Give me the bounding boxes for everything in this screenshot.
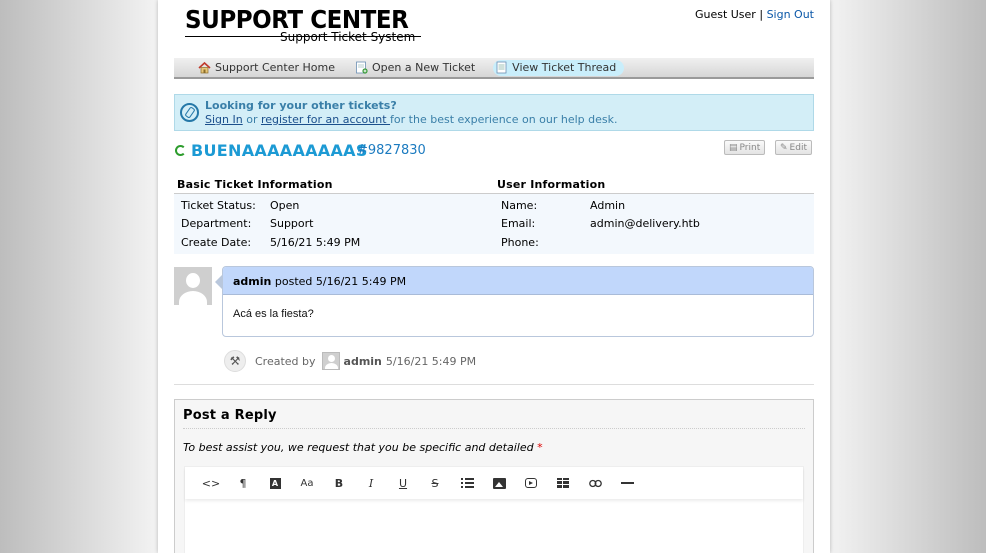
basic-ticket-info: Basic Ticket Information Ticket Status: … xyxy=(174,178,494,254)
notice-rest-text: for the best experience on our help desk… xyxy=(390,113,618,126)
main-nav: Support Center Home Open a New Ticket Vi… xyxy=(174,58,814,79)
user-nav-separator: | xyxy=(759,8,764,21)
event-avatar xyxy=(321,352,340,370)
underline-icon[interactable]: U xyxy=(387,473,419,493)
print-button-label: Print xyxy=(739,142,761,153)
edit-icon: ✎ xyxy=(780,142,788,153)
thread-event: ⚒ Created by admin 5/16/21 5:49 PM xyxy=(224,349,476,373)
info-row-status: Ticket Status: Open xyxy=(174,196,494,215)
info-value: admin@delivery.htb xyxy=(590,217,700,231)
strikethrough-icon[interactable]: S xyxy=(419,473,451,493)
table-glyph xyxy=(557,478,569,488)
ticket-title-bar: BUENAAAAAAAAAS #9827830 xyxy=(174,141,814,161)
thread-entry: admin posted 5/16/21 5:49 PM Acá es la f… xyxy=(222,266,814,337)
italic-icon[interactable]: I xyxy=(355,473,387,493)
thread-entry-header: admin posted 5/16/21 5:49 PM xyxy=(223,267,813,295)
font-color-glyph: A xyxy=(269,477,281,489)
reply-instructions-text: To best assist you, we request that you … xyxy=(183,441,534,454)
event-created-by: Created by xyxy=(255,354,316,368)
new-ticket-icon xyxy=(355,61,368,74)
print-icon: ▤ xyxy=(729,142,738,153)
info-value: 5/16/21 5:49 PM xyxy=(270,235,361,249)
list-icon[interactable] xyxy=(451,473,483,493)
entry-author: admin xyxy=(233,275,272,288)
info-row-create-date: Create Date: 5/16/21 5:49 PM xyxy=(174,233,494,252)
nav-item-new-ticket-label: Open a New Ticket xyxy=(372,61,476,74)
post-reply-panel: Post a Reply To best assist you, we requ… xyxy=(174,399,814,553)
logo[interactable]: SUPPORT CENTER Support Ticket System xyxy=(185,6,428,44)
info-value: Support xyxy=(270,217,314,231)
guest-user-label: Guest User xyxy=(694,8,756,21)
info-row-department: Department: Support xyxy=(174,215,494,234)
paragraph-icon[interactable]: ¶ xyxy=(227,473,259,493)
info-label: Name: xyxy=(501,198,538,212)
ticket-number: #9827830 xyxy=(357,143,426,158)
font-size-icon[interactable]: Aa xyxy=(291,473,323,493)
info-label: Create Date: xyxy=(181,235,252,249)
sign-in-link[interactable]: Sign In xyxy=(205,113,243,126)
info-label: Ticket Status: xyxy=(181,198,256,212)
table-icon[interactable] xyxy=(547,473,579,493)
reply-instructions: To best assist you, we request that you … xyxy=(183,441,543,454)
nav-item-view-ticket-thread[interactable]: View Ticket Thread xyxy=(493,59,625,76)
avatar xyxy=(174,267,212,305)
info-row-name: Name: Admin xyxy=(494,196,814,215)
bold-icon[interactable]: B xyxy=(323,473,355,493)
image-glyph xyxy=(492,477,506,489)
font-color-icon[interactable]: A xyxy=(259,473,291,493)
info-label: Department: xyxy=(181,217,252,231)
edit-button-label: Edit xyxy=(789,142,807,153)
notice-or-text: or xyxy=(242,113,261,126)
user-nav: Guest User | Sign Out xyxy=(695,8,814,21)
hr-glyph xyxy=(620,482,634,484)
info-value: Admin xyxy=(590,198,626,212)
logo-sub-text: Support Ticket System xyxy=(280,30,416,44)
nav-item-new-ticket[interactable]: Open a New Ticket xyxy=(353,60,483,76)
thread-divider xyxy=(174,384,814,385)
list-glyph xyxy=(460,478,474,488)
post-reply-title: Post a Reply xyxy=(183,408,805,429)
event-author: admin xyxy=(343,354,382,368)
ticket-subject[interactable]: BUENAAAAAAAAAS xyxy=(191,141,368,160)
link-icon[interactable] xyxy=(579,473,611,493)
edit-button[interactable]: ✎ Edit xyxy=(775,140,812,155)
info-label: Email: xyxy=(501,217,536,231)
editor-toolbar: <> ¶ A Aa B I U S xyxy=(185,467,803,499)
home-icon xyxy=(198,61,211,74)
page-container: SUPPORT CENTER Support Ticket System Gue… xyxy=(158,0,830,553)
code-icon[interactable]: <> xyxy=(195,473,227,493)
user-info-title: User Information xyxy=(494,178,814,194)
info-value: Open xyxy=(270,198,300,212)
horizontal-rule-icon[interactable] xyxy=(611,473,643,493)
compass-icon xyxy=(180,103,199,122)
video-glyph xyxy=(525,478,537,488)
user-info: User Information Name: Admin Email: admi… xyxy=(494,178,814,254)
nav-item-home[interactable]: Support Center Home xyxy=(196,60,343,76)
notice-body: Sign In or register for an account for t… xyxy=(205,113,618,126)
register-link[interactable]: register for an account xyxy=(261,113,390,126)
other-tickets-notice: Looking for your other tickets? Sign In … xyxy=(174,94,814,131)
entry-posted: posted 5/16/21 5:49 PM xyxy=(274,275,407,288)
basic-info-title: Basic Ticket Information xyxy=(174,178,494,194)
ticket-thread-icon xyxy=(495,61,508,74)
thread-entry-body: Acá es la fiesta? xyxy=(233,308,314,320)
info-row-email: Email: admin@delivery.htb xyxy=(494,215,814,234)
image-icon[interactable] xyxy=(483,473,515,493)
event-date: 5/16/21 5:49 PM xyxy=(385,354,477,368)
print-button[interactable]: ▤ Print xyxy=(724,140,766,155)
reply-editor[interactable]: <> ¶ A Aa B I U S xyxy=(184,466,804,553)
info-label: Phone: xyxy=(501,235,539,249)
magic-wand-icon: ⚒ xyxy=(224,350,246,372)
entry-pointer xyxy=(215,275,222,289)
required-mark: * xyxy=(537,441,543,454)
sign-out-link[interactable]: Sign Out xyxy=(767,8,814,21)
nav-item-home-label: Support Center Home xyxy=(215,61,335,74)
info-row-phone: Phone: xyxy=(494,233,814,252)
refresh-icon[interactable] xyxy=(175,145,186,156)
nav-item-view-ticket-thread-label: View Ticket Thread xyxy=(512,61,617,74)
link-glyph xyxy=(588,479,602,487)
video-icon[interactable] xyxy=(515,473,547,493)
notice-title: Looking for your other tickets? xyxy=(205,99,397,112)
